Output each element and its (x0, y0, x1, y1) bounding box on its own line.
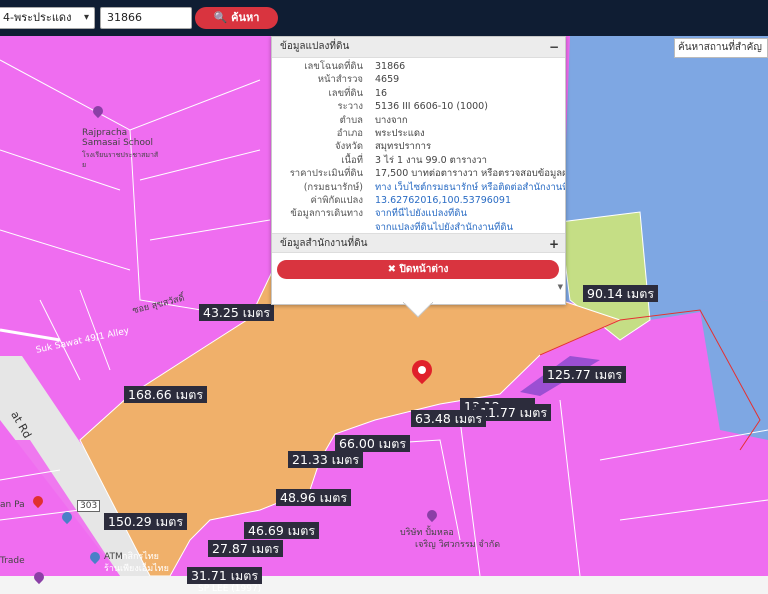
atm-name-label: กสิกรไทย (122, 552, 159, 562)
parcel-info-header[interactable]: ข้อมูลแปลงที่ดิน − (272, 37, 565, 58)
chevron-down-icon: ▾ (83, 12, 89, 23)
close-window-button[interactable]: ✖ ปิดหน้าต่าง (277, 260, 559, 279)
info-row: ราคาประเมินที่ดิน 17,500 บาทต่อตารางวา หร… (272, 167, 565, 180)
info-key: ราคาประเมินที่ดิน (289, 168, 363, 180)
info-key: ตำบล (339, 114, 363, 126)
measurement-label: 168.66 เมตร (124, 386, 208, 403)
info-row: เลขที่ดิน 16 (272, 87, 565, 100)
info-key: จังหวัด (335, 141, 363, 153)
info-value: 31866 (375, 61, 406, 72)
popup-tail (403, 302, 433, 318)
route-badge: 303 (77, 500, 101, 512)
info-row: ค่าพิกัดแปลง 13.62762016,100.53796091 (272, 194, 565, 207)
parcel-info-title: ข้อมูลแปลงที่ดิน (280, 41, 350, 52)
info-row: อำเภอ พระประแดง (272, 127, 565, 140)
landmark-search-input[interactable]: ค้นหาสถานที่สำคัญ (674, 38, 768, 58)
info-key: หน้าสำรวจ (317, 74, 363, 86)
info-key: เนื้อที่ (341, 154, 363, 166)
info-key: ระวาง (337, 101, 363, 113)
land-office-header[interactable]: ข้อมูลสำนักงานที่ดิน + (272, 233, 565, 253)
measurement-label: 125.77 เมตร (543, 366, 627, 383)
info-value: 16 (375, 87, 388, 99)
info-row: เลขโฉนดที่ดิน 31866 (272, 60, 565, 73)
measurement-label: 27.87 เมตร (208, 540, 284, 557)
info-value: พระประแดง (375, 128, 425, 140)
parcel-info-popup: ข้อมูลแปลงที่ดิน − เลขโฉนดที่ดิน 31866 หน… (271, 36, 566, 305)
measurement-label: 43.25 เมตร (199, 304, 275, 321)
info-value: 5136 III 6606-10 (1000) (375, 101, 488, 113)
treasury-website-link[interactable]: ทาง เว็บไซต์กรมธนารักษ์ หรือติดต่อสำนักง… (375, 181, 565, 194)
info-key: ค่าพิกัดแปลง (310, 195, 364, 207)
parcel-info-table: เลขโฉนดที่ดิน 31866 หน้าสำรวจ 4659 เลขที่ด… (272, 58, 565, 234)
info-key: (กรมธนารักษ์) (303, 181, 363, 193)
info-value: 3 ไร่ 1 งาน 99.0 ตารางวา (375, 154, 487, 166)
pa-label: an Pa (0, 500, 25, 510)
company-label-2: เจริญ วิศวกรรม จำกัด (415, 540, 501, 550)
info-key: เลขโฉนดที่ดิน (304, 61, 363, 72)
measurement-label: 90.14 เมตร (583, 285, 659, 302)
info-key: อำเภอ (336, 128, 363, 140)
school-label-en: Rajpracha Samasai School (82, 128, 153, 148)
corp-label: SP LEE (1997) (198, 584, 262, 594)
info-row: ตำบล บางจาก (272, 114, 565, 127)
land-office-title: ข้อมูลสำนักงานที่ดิน (280, 238, 368, 249)
atm-label: ATM (104, 552, 123, 562)
district-select[interactable]: 4-พระประแดง ▾ (0, 7, 95, 29)
expand-icon[interactable]: + (549, 234, 559, 254)
measurement-label: 46.69 เมตร (244, 522, 320, 539)
measurement-label: 21.33 เมตร (288, 451, 364, 468)
scroll-down-icon[interactable]: ▼ (558, 283, 563, 291)
shop-label: ร้านเพียงเอ็มไทย (104, 564, 169, 574)
school-label-th: โรงเรียนราชประชาสมาสัย (82, 151, 159, 169)
info-row: ข้อมูลการเดินทาง จากที่นี่ไปยังแปลงที่ดิน (272, 207, 565, 220)
search-button-label: ค้นหา (231, 11, 260, 24)
info-key: ข้อมูลการเดินทาง (290, 208, 363, 220)
info-row: หน้าสำรวจ 4659 (272, 73, 565, 86)
info-row: (กรมธนารักษ์) ทาง เว็บไซต์กรมธนารักษ์ หรื… (272, 181, 565, 194)
info-value: 17,500 บาทต่อตารางวา หรือตรวจสอบข้อมูลผ่… (375, 168, 565, 180)
directions-to-parcel-link[interactable]: จากที่นี่ไปยังแปลงที่ดิน (375, 207, 565, 220)
measurement-label: 48.96 เมตร (276, 489, 352, 506)
measurement-label: 150.29 เมตร (104, 513, 188, 530)
measurement-label: 66.00 เมตร (335, 435, 411, 452)
measurement-label: 11.77 เมตร (476, 404, 552, 421)
top-toolbar: 4-พระประแดง ▾ 31866 🔍 ค้นหา (0, 0, 768, 36)
info-row: จังหวัด สมุทรปราการ (272, 140, 565, 153)
info-row: เนื้อที่ 3 ไร่ 1 งาน 99.0 ตารางวา (272, 154, 565, 167)
info-value: 4659 (375, 74, 400, 86)
info-row: ระวาง 5136 III 6606-10 (1000) (272, 100, 565, 113)
company-label-1: บริษัท ปั้มหลอ (400, 528, 454, 538)
info-value: สมุทรปราการ (375, 141, 432, 153)
info-value: บางจาก (375, 114, 408, 126)
search-button[interactable]: 🔍 ค้นหา (195, 7, 278, 29)
measurement-label: 63.48 เมตร (411, 410, 487, 427)
coordinates-link[interactable]: 13.62762016,100.53796091 (375, 194, 565, 207)
district-select-value: 4-พระประแดง (3, 11, 72, 24)
collapse-icon[interactable]: − (549, 37, 559, 57)
trade-label: Trade (0, 556, 25, 566)
parcel-number-input[interactable]: 31866 (100, 7, 192, 29)
search-icon: 🔍 (213, 11, 228, 24)
info-key: เลขที่ดิน (328, 87, 364, 99)
